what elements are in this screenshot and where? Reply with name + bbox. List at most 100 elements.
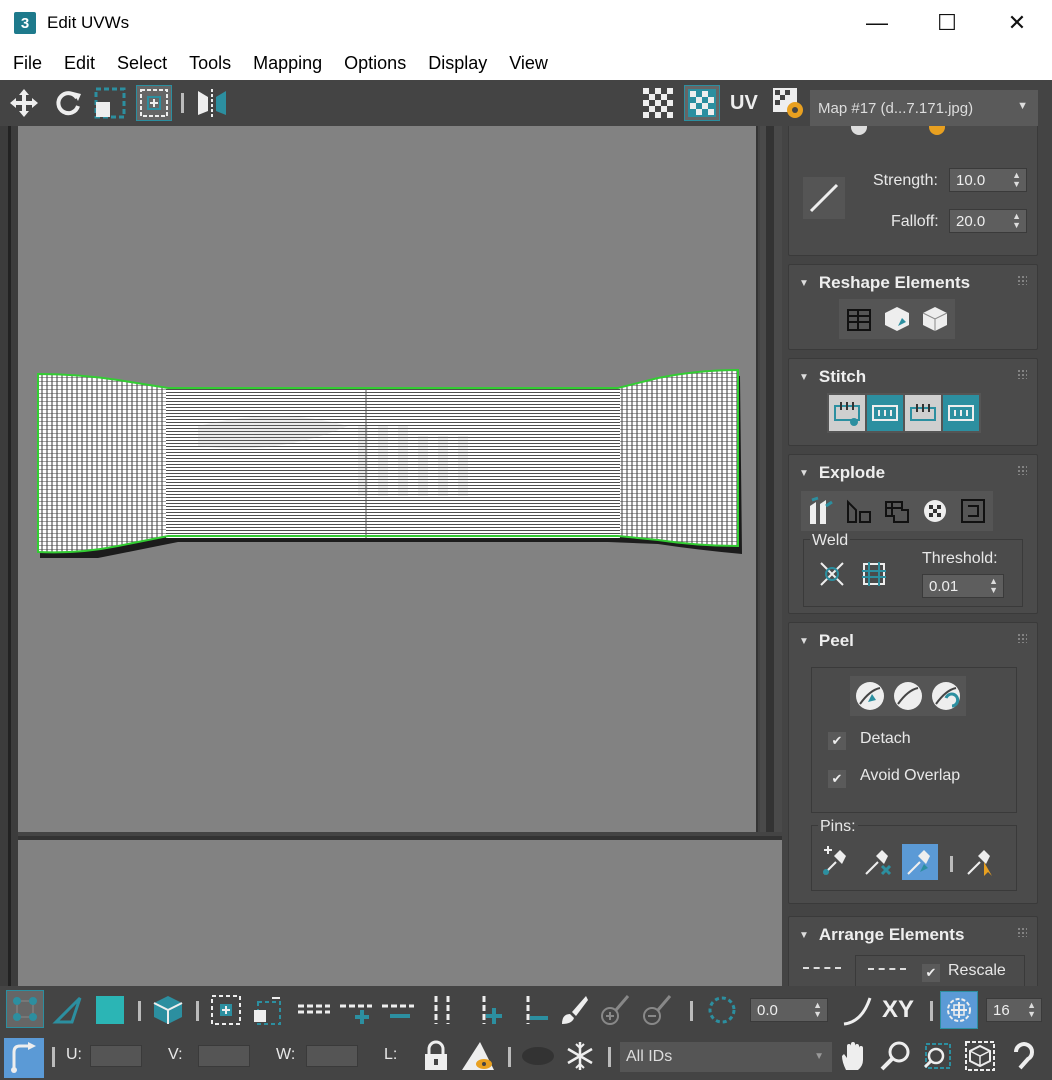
rescale-checkbox[interactable]: ✔ (922, 964, 940, 982)
absolute-offset-icon[interactable] (4, 1038, 44, 1078)
pin-selected-icon[interactable] (818, 844, 854, 880)
avoid-overlap-checkbox[interactable]: ✔ (828, 770, 846, 788)
spinner-arrows-icon[interactable]: ▲ ▼ (989, 577, 998, 595)
maximize-button[interactable]: ☐ (912, 0, 982, 46)
grid-snap-icon[interactable] (940, 991, 978, 1029)
stitch-header[interactable]: ▼ Stitch (799, 367, 866, 387)
shrink-selection-icon[interactable] (248, 992, 284, 1028)
peel-header[interactable]: ▼ Peel (799, 631, 854, 651)
element-mode-icon[interactable] (150, 992, 186, 1028)
show-map-icon[interactable] (684, 85, 720, 121)
flatten-by-smoothing-group-icon[interactable] (879, 493, 915, 529)
scale-icon[interactable] (92, 85, 128, 121)
quick-peel-icon[interactable] (852, 678, 888, 714)
pack-custom-icon[interactable] (803, 967, 841, 986)
line-falloff-icon[interactable] (803, 177, 845, 219)
help-icon[interactable] (1006, 1038, 1042, 1074)
menu-file[interactable]: File (2, 53, 53, 74)
relax-icon[interactable] (879, 301, 915, 337)
freeze-icon[interactable] (562, 1038, 598, 1074)
vertex-mode-icon[interactable] (6, 990, 44, 1028)
loop-grow-icon[interactable] (338, 992, 374, 1028)
loop-icon[interactable] (296, 992, 332, 1028)
grip-icon[interactable] (1017, 633, 1027, 643)
w-field[interactable] (306, 1045, 358, 1067)
angle-spinner[interactable]: 0.0 ▲ ▼ (750, 998, 828, 1022)
paint-select-shrink-icon[interactable] (640, 992, 676, 1028)
mirror-icon[interactable] (194, 85, 230, 121)
brush-icon[interactable] (851, 126, 867, 135)
lock-icon[interactable] (418, 1038, 454, 1074)
ring-shrink-icon[interactable] (516, 992, 552, 1028)
zoom-icon[interactable] (878, 1038, 914, 1074)
weld-target-icon[interactable] (856, 556, 892, 592)
flatten-custom-icon[interactable] (955, 493, 991, 529)
ring-icon[interactable] (424, 992, 460, 1028)
reshape-elements-header[interactable]: ▼ Reshape Elements (799, 273, 970, 293)
stitch-custom-icon[interactable] (943, 395, 979, 431)
break-icon[interactable] (803, 493, 839, 529)
detach-checkbox[interactable]: ✔ (828, 732, 846, 750)
spinner-arrows-icon[interactable]: ▲ ▼ (813, 1001, 822, 1019)
pan-hand-icon[interactable] (836, 1038, 872, 1074)
straighten-icon[interactable] (841, 301, 877, 337)
zoom-extents-icon[interactable] (962, 1038, 998, 1074)
xy-label[interactable]: XY (882, 996, 914, 1024)
uv-label[interactable]: UV (730, 92, 758, 115)
menu-display[interactable]: Display (417, 53, 498, 74)
weld-selected-icon[interactable] (814, 556, 850, 592)
unpin-selected-icon[interactable] (860, 844, 896, 880)
grid-spinner[interactable]: 16 ▲ ▼ (986, 998, 1042, 1022)
v-field[interactable] (198, 1045, 250, 1067)
ring-grow-icon[interactable] (472, 992, 508, 1028)
auto-pin-icon[interactable] (902, 844, 938, 880)
rotate-icon[interactable] (50, 85, 86, 121)
menu-view[interactable]: View (498, 53, 559, 74)
grip-icon[interactable] (1017, 275, 1027, 285)
stitch-source-icon[interactable] (867, 395, 903, 431)
arrange-elements-header[interactable]: ▼ Arrange Elements (799, 925, 964, 945)
paint-select-grow-icon[interactable] (598, 992, 634, 1028)
spinner-arrows-icon[interactable]: ▲ ▼ (1027, 1001, 1036, 1019)
uv-editor-viewport[interactable] (18, 126, 758, 832)
pack-normalize-icon[interactable] (868, 968, 906, 982)
zoom-region-icon[interactable] (920, 1038, 956, 1074)
grip-icon[interactable] (1017, 927, 1027, 937)
threshold-spinner[interactable]: 0.01 ▲ ▼ (922, 574, 1004, 598)
reset-peel-icon[interactable] (928, 678, 964, 714)
menu-mapping[interactable]: Mapping (242, 53, 333, 74)
strength-spinner[interactable]: 10.0 ▲ ▼ (949, 168, 1027, 192)
menu-select[interactable]: Select (106, 53, 178, 74)
loop-shrink-icon[interactable] (380, 992, 416, 1028)
u-field[interactable] (90, 1045, 142, 1067)
spinner-arrows-icon[interactable]: ▲ ▼ (1012, 212, 1021, 230)
map-select[interactable]: Map #17 (d...7.171.jpg) ▼ (810, 90, 1038, 126)
explode-header[interactable]: ▼ Explode (799, 463, 885, 483)
grip-icon[interactable] (1017, 465, 1027, 475)
checker-pattern-icon[interactable] (640, 85, 676, 121)
flatten-by-polygon-angle-icon[interactable] (841, 493, 877, 529)
stitch-target-icon[interactable] (829, 395, 865, 431)
flatten-by-material-id-icon[interactable] (917, 493, 953, 529)
paint-select-icon[interactable] (556, 992, 592, 1028)
paint-brush-icon[interactable] (929, 126, 945, 135)
spinner-arrows-icon[interactable]: ▲ ▼ (1012, 171, 1021, 189)
stitch-average-icon[interactable] (905, 395, 941, 431)
soft-selection-falloff-icon[interactable] (840, 992, 876, 1028)
grow-selection-icon[interactable] (208, 992, 244, 1028)
material-id-select[interactable]: All IDs ▼ (620, 1042, 832, 1072)
menu-tools[interactable]: Tools (178, 53, 242, 74)
hide-icon[interactable] (460, 1038, 496, 1074)
edge-mode-icon[interactable] (50, 992, 86, 1028)
close-button[interactable]: ✕ (982, 0, 1052, 46)
move-icon[interactable] (6, 85, 42, 121)
grip-icon[interactable] (1017, 369, 1027, 379)
relax-settings-icon[interactable] (917, 301, 953, 337)
minimize-button[interactable]: — (842, 0, 912, 46)
rotation-snap-icon[interactable] (704, 992, 740, 1028)
texture-settings-icon[interactable] (770, 85, 806, 121)
polygon-mode-icon[interactable] (92, 992, 128, 1028)
uv-mesh[interactable] (18, 126, 758, 832)
freeform-icon[interactable] (136, 85, 172, 121)
viewport-scrollbar[interactable] (760, 126, 782, 832)
